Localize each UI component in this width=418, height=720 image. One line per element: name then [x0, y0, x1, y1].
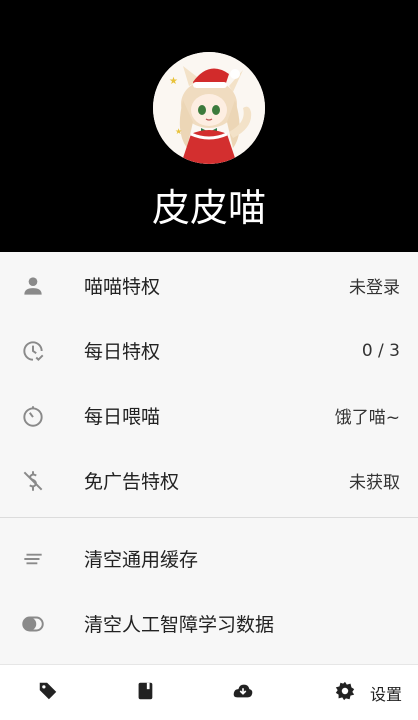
menu-row-privilege[interactable]: 喵喵特权 未登录: [0, 253, 418, 318]
menu-row-no-ads[interactable]: 免广告特权 未获取: [0, 448, 418, 513]
action-label: 清空通用缓存: [84, 549, 199, 571]
menu-value: 未登录: [349, 278, 400, 298]
menu-value: 0 / 3: [361, 340, 400, 361]
menu-label: 免广告特权: [84, 471, 180, 493]
menu-value: 未获取: [349, 473, 400, 493]
tab-library[interactable]: [117, 665, 173, 720]
bottom-tab-bar: 设置: [0, 664, 418, 720]
action-clear-ai-data[interactable]: 清空人工智障学习数据: [0, 591, 418, 656]
tab-downloads[interactable]: [215, 665, 271, 720]
book-icon: [134, 680, 156, 706]
action-label: 清空人工智障学习数据: [84, 614, 275, 636]
menu-row-daily-privilege[interactable]: 每日特权 0 / 3: [0, 318, 418, 383]
gear-icon: [334, 680, 356, 706]
clock-check-icon: [20, 338, 46, 364]
cloud-download-icon: [232, 680, 254, 706]
menu-value: 饿了喵~: [334, 408, 400, 428]
profile-header: ★ ★ 皮皮喵: [0, 0, 418, 252]
action-clear-cache[interactable]: 清空通用缓存: [0, 526, 418, 591]
svg-text:★: ★: [175, 127, 182, 136]
toggle-icon: [20, 611, 46, 637]
menu-label: 每日喂喵: [84, 406, 161, 428]
money-off-icon: [20, 468, 46, 494]
tab-label: 设置: [369, 685, 402, 704]
tab-tags[interactable]: [20, 665, 76, 720]
avatar-image: ★ ★: [153, 52, 265, 164]
person-icon: [20, 273, 46, 299]
svg-text:★: ★: [169, 76, 178, 87]
username: 皮皮喵: [151, 186, 266, 230]
clear-lines-icon: [20, 546, 46, 572]
tab-settings[interactable]: 设置: [328, 665, 408, 720]
avatar[interactable]: ★ ★: [153, 52, 265, 164]
menu-label: 每日特权: [84, 341, 161, 363]
settings-list: 喵喵特权 未登录 每日特权 0 / 3 每日喂喵 饿了喵~ 免广告特权 未获取 …: [0, 252, 418, 656]
menu-row-daily-feed[interactable]: 每日喂喵 饿了喵~: [0, 383, 418, 448]
section-divider: [0, 517, 418, 518]
menu-label: 喵喵特权: [84, 276, 161, 298]
timer-icon: [20, 403, 46, 429]
tag-icon: [37, 680, 59, 706]
